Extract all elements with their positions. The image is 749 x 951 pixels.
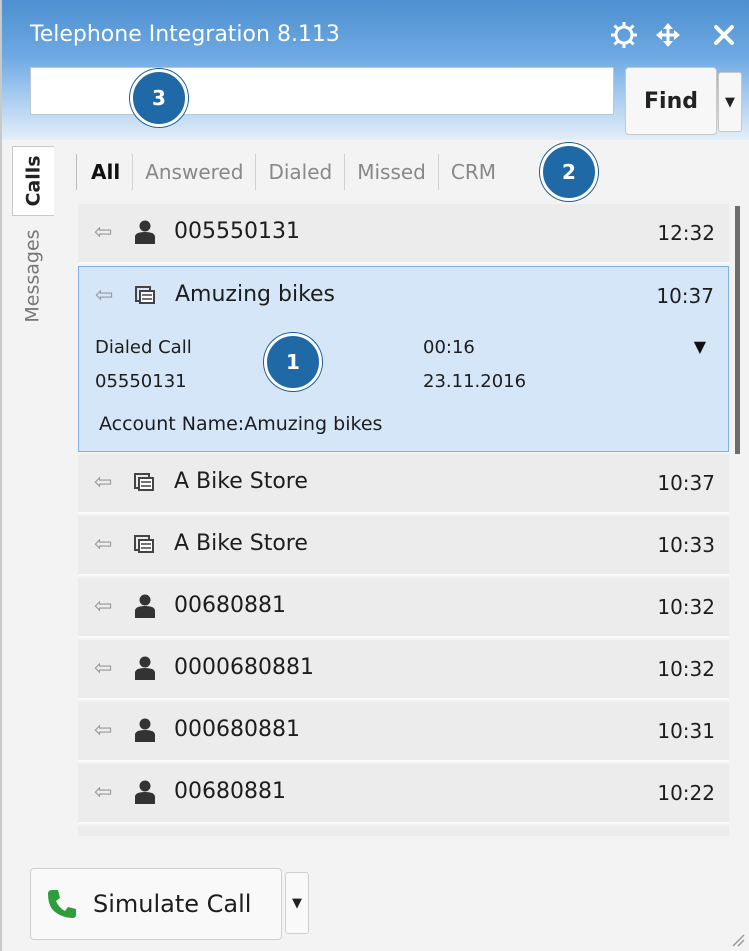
filter-answered[interactable]: Answered: [132, 154, 255, 190]
settings-icon[interactable]: [608, 18, 640, 52]
callout-badge-2: 2: [540, 143, 598, 201]
call-time: 10:33: [657, 533, 715, 557]
tab-messages[interactable]: Messages: [12, 220, 54, 332]
window-title: Telephone Integration 8.113: [30, 22, 340, 47]
call-number: 05550131: [95, 371, 187, 392]
incoming-arrow-icon: ⇦: [94, 594, 113, 619]
account-name: Account Name:Amuzing bikes: [99, 413, 383, 435]
simulate-call-button[interactable]: Simulate Call: [30, 868, 282, 940]
call-filter-tabs: All Answered Dialed Missed CRM: [76, 150, 508, 194]
chevron-down-icon: ▼: [292, 895, 302, 911]
filter-crm[interactable]: CRM: [437, 154, 508, 190]
call-row[interactable]: ⇦ A Bike Store 10:37: [78, 454, 729, 514]
move-icon[interactable]: [652, 18, 684, 52]
simulate-call-dropdown[interactable]: ▼: [285, 872, 309, 934]
side-tabs: Calls Messages: [12, 146, 54, 336]
call-name: 00680881: [174, 593, 286, 618]
call-row[interactable]: ⇦ A Bike Store 10:33: [78, 516, 729, 576]
call-list: ⇦ 005550131 12:32 ⇦ Amuzing bikes 10:37 …: [78, 204, 729, 836]
call-row[interactable]: ⇦ 005550131 12:32: [78, 204, 729, 264]
call-name: 000680881: [174, 717, 300, 742]
call-name: 005550131: [174, 219, 300, 244]
call-row-expanded[interactable]: ⇦ Amuzing bikes 10:37 Dialed Call 00:16 …: [78, 266, 729, 452]
resize-grip-icon[interactable]: [731, 933, 745, 947]
phone-icon: [45, 887, 79, 921]
call-row[interactable]: ⇦ 00680881 10:22: [78, 764, 729, 824]
call-time: 10:31: [657, 719, 715, 743]
incoming-arrow-icon: ⇦: [94, 470, 113, 495]
incoming-arrow-icon: ⇦: [94, 220, 113, 245]
call-time: 10:22: [657, 781, 715, 805]
account-icon: [133, 281, 159, 309]
call-row[interactable]: ⇦ 00680881 10:32: [78, 578, 729, 638]
call-row[interactable]: ⇦ 000680881 10:31: [78, 702, 729, 762]
call-row[interactable]: ⇦ 0000680881 10:32: [78, 640, 729, 700]
tab-calls-label: Calls: [22, 155, 45, 207]
call-name: A Bike Store: [174, 469, 308, 494]
call-time: 10:37: [657, 471, 715, 495]
expand-caret-icon[interactable]: ▼: [694, 337, 706, 356]
person-icon: [132, 218, 158, 246]
person-icon: [132, 778, 158, 806]
person-icon: [132, 654, 158, 682]
person-icon: [132, 716, 158, 744]
call-name: Amuzing bikes: [175, 282, 336, 307]
find-dropdown-button[interactable]: ▼: [718, 72, 742, 132]
search-input[interactable]: [30, 67, 614, 115]
tab-messages-label: Messages: [22, 229, 44, 323]
filter-dialed[interactable]: Dialed: [255, 154, 344, 190]
telephone-integration-window: Telephone Integration 8.113 Find ▼ Calls…: [0, 0, 749, 951]
account-icon: [132, 468, 158, 496]
call-name: 0000680881: [174, 655, 314, 680]
incoming-arrow-icon: ⇦: [94, 718, 113, 743]
find-button[interactable]: Find: [625, 67, 717, 135]
incoming-arrow-icon: ⇦: [95, 283, 114, 308]
call-type: Dialed Call: [95, 337, 192, 358]
call-row-partial[interactable]: [78, 826, 729, 836]
person-icon: [132, 592, 158, 620]
call-name: 00680881: [174, 779, 286, 804]
callout-badge-3: 3: [130, 69, 188, 127]
callout-badge-1: 1: [264, 333, 322, 391]
call-date: 23.11.2016: [423, 371, 527, 392]
filter-all[interactable]: All: [76, 154, 132, 190]
tab-calls[interactable]: Calls: [12, 146, 54, 216]
call-duration: 00:16: [423, 337, 475, 358]
close-icon[interactable]: [708, 18, 740, 52]
account-icon: [132, 530, 158, 558]
call-time: 10:32: [657, 595, 715, 619]
incoming-arrow-icon: ⇦: [94, 656, 113, 681]
simulate-call-label: Simulate Call: [93, 890, 252, 918]
incoming-arrow-icon: ⇦: [94, 780, 113, 805]
call-time: 12:32: [657, 221, 715, 245]
scrollbar-thumb[interactable]: [735, 206, 740, 454]
call-time: 10:37: [656, 284, 714, 308]
call-time: 10:32: [657, 657, 715, 681]
filter-missed[interactable]: Missed: [344, 154, 438, 190]
chevron-down-icon: ▼: [725, 94, 735, 110]
call-name: A Bike Store: [174, 531, 308, 556]
incoming-arrow-icon: ⇦: [94, 532, 113, 557]
